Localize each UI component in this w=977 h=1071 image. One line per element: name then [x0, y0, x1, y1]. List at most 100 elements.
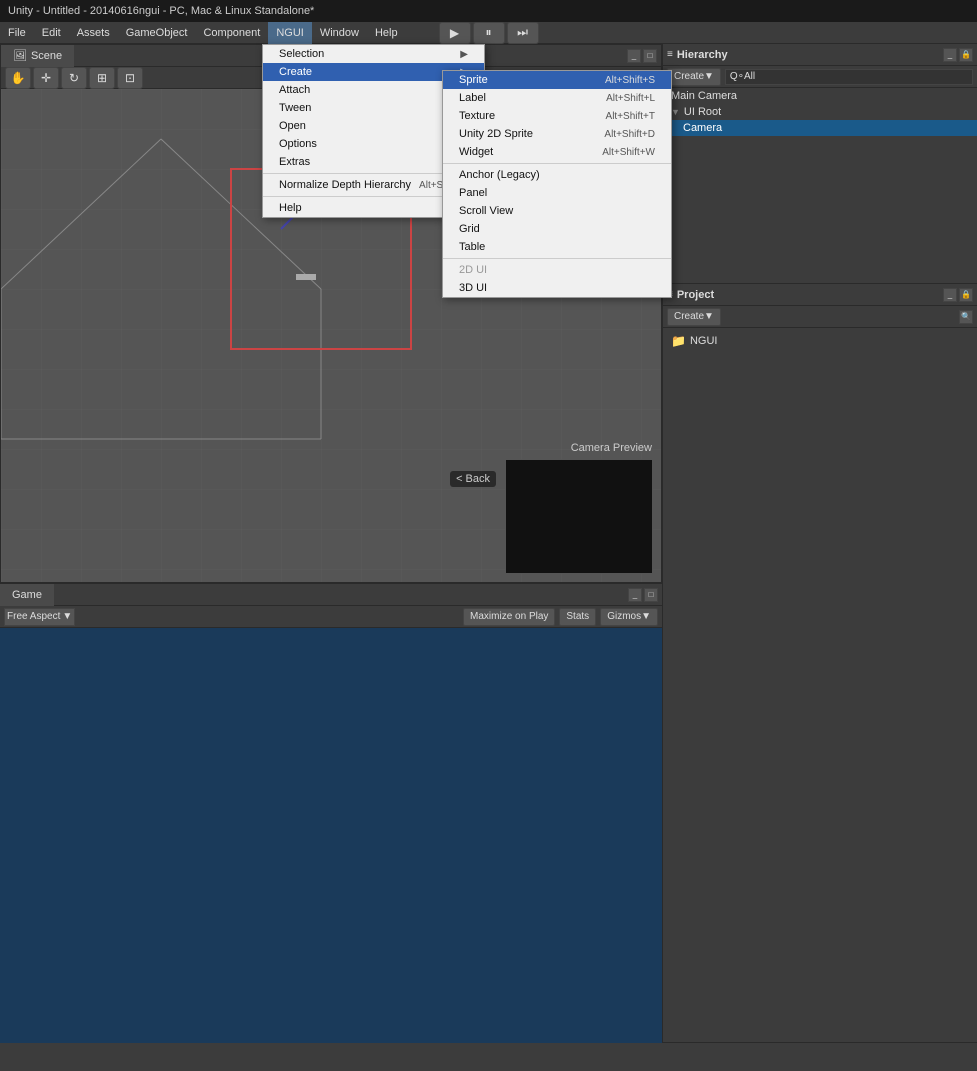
step-button[interactable]: ⏭ — [507, 22, 539, 44]
rect-tool[interactable]: ⊡ — [117, 67, 143, 89]
create-anchor-legacy[interactable]: Anchor (Legacy) — [443, 166, 671, 184]
menu-help[interactable]: Help — [367, 22, 406, 44]
menu-file[interactable]: File — [0, 22, 34, 44]
create-3dui-label: 3D UI — [459, 282, 487, 294]
aspect-dropdown-arrow: ▼ — [62, 611, 72, 622]
back-button[interactable]: < Back — [450, 471, 496, 487]
create-table[interactable]: Table — [443, 238, 671, 256]
rotate-tool[interactable]: ↻ — [61, 67, 87, 89]
ngui-selection-label: Selection — [279, 48, 324, 60]
hierarchy-create-arrow: ▼ — [704, 71, 714, 82]
game-collapse-btn[interactable]: _ — [628, 588, 642, 602]
game-maximize-btn[interactable]: □ — [644, 588, 658, 602]
project-panel: ≡ Project _ 🔒 Create ▼ 🔍 📁 NGUI — [663, 284, 977, 1043]
create-panel[interactable]: Panel — [443, 184, 671, 202]
stats-btn[interactable]: Stats — [559, 608, 596, 626]
project-create-btn[interactable]: Create ▼ — [667, 308, 721, 326]
create-unity2dsprite[interactable]: Unity 2D Sprite Alt+Shift+D — [443, 125, 671, 143]
scene-collapse-btn[interactable]: _ — [627, 49, 641, 63]
hierarchy-title: Hierarchy — [677, 49, 728, 61]
scene-tab-label: Scene — [31, 50, 62, 62]
create-3dui[interactable]: 3D UI — [443, 279, 671, 297]
project-lock-btn[interactable]: 🔒 — [959, 288, 973, 302]
move-tool[interactable]: ✛ — [33, 67, 59, 89]
menu-bar: File Edit Assets GameObject Component NG… — [0, 22, 977, 44]
create-scrollview-label: Scroll View — [459, 205, 513, 217]
create-widget[interactable]: Widget Alt+Shift+W — [443, 143, 671, 161]
back-button-label: < Back — [456, 473, 490, 485]
create-grid[interactable]: Grid — [443, 220, 671, 238]
gizmos-dropdown-arrow: ▼ — [641, 611, 651, 622]
hierarchy-toolbar: Create ▼ Q∘All — [663, 66, 977, 88]
create-table-label: Table — [459, 241, 485, 253]
create-submenu: Sprite Alt+Shift+S Label Alt+Shift+L Tex… — [442, 70, 672, 298]
create-widget-label: Widget — [459, 146, 493, 158]
ngui-create-label: Create — [279, 66, 312, 78]
hierarchy-collapse-btn[interactable]: _ — [943, 48, 957, 62]
create-texture[interactable]: Texture Alt+Shift+T — [443, 107, 671, 125]
ngui-selection[interactable]: Selection ▶ — [263, 45, 484, 63]
game-tab-bar: Game _ □ — [0, 584, 662, 606]
menu-window[interactable]: Window — [312, 22, 367, 44]
ngui-extras-label: Extras — [279, 156, 310, 168]
play-button[interactable]: ▶ — [439, 22, 471, 44]
create-sprite-label: Sprite — [459, 74, 488, 86]
ngui-tween-label: Tween — [279, 102, 311, 114]
project-controls: _ 🔒 — [943, 288, 973, 302]
camera-label: Camera — [683, 122, 722, 134]
create-sprite[interactable]: Sprite Alt+Shift+S — [443, 71, 671, 89]
project-ngui-folder[interactable]: 📁 NGUI — [667, 332, 973, 350]
create-texture-label: Texture — [459, 110, 495, 122]
menu-ngui[interactable]: NGUI — [268, 22, 312, 44]
create-label[interactable]: Label Alt+Shift+L — [443, 89, 671, 107]
hierarchy-main-camera[interactable]: Main Camera — [663, 88, 977, 104]
game-content — [0, 628, 662, 1043]
project-search-btn[interactable]: 🔍 — [959, 310, 973, 324]
hierarchy-content: Main Camera ▼ UI Root Camera — [663, 88, 977, 283]
create-panel-label: Panel — [459, 187, 487, 199]
hierarchy-controls: _ 🔒 — [943, 48, 973, 62]
ui-root-label: UI Root — [684, 106, 721, 118]
pause-button[interactable]: ⏸ — [473, 22, 505, 44]
gizmos-btn[interactable]: Gizmos ▼ — [600, 608, 658, 626]
game-tab[interactable]: Game — [0, 584, 54, 606]
hierarchy-icon: ≡ — [667, 49, 673, 60]
project-title: Project — [677, 289, 714, 301]
scale-tool[interactable]: ⊞ — [89, 67, 115, 89]
hierarchy-lock-btn[interactable]: 🔒 — [959, 48, 973, 62]
aspect-label: Free Aspect — [7, 611, 60, 622]
scene-icon: 🖼 — [13, 49, 27, 62]
aspect-dropdown[interactable]: Free Aspect ▼ — [4, 608, 75, 626]
right-panels: ≡ Hierarchy _ 🔒 Create ▼ Q∘All Main Came — [662, 44, 977, 1043]
project-content: 📁 NGUI — [663, 328, 977, 1042]
create-2dui: 2D UI — [443, 261, 671, 279]
scene-tab[interactable]: 🖼 Scene — [1, 45, 74, 67]
scene-maximize-btn[interactable]: □ — [643, 49, 657, 63]
game-panel: Game _ □ Free Aspect ▼ Maximize on Play — [0, 583, 662, 1043]
hand-tool[interactable]: ✋ — [5, 67, 31, 89]
maximize-on-play-btn[interactable]: Maximize on Play — [463, 608, 555, 626]
project-create-arrow: ▼ — [704, 311, 714, 322]
hierarchy-create-btn[interactable]: Create ▼ — [667, 68, 721, 86]
project-toolbar: Create ▼ 🔍 — [663, 306, 977, 328]
menu-assets[interactable]: Assets — [69, 22, 118, 44]
menu-component[interactable]: Component — [195, 22, 268, 44]
hierarchy-panel: ≡ Hierarchy _ 🔒 Create ▼ Q∘All Main Came — [663, 44, 977, 284]
create-texture-shortcut: Alt+Shift+T — [606, 111, 655, 122]
hierarchy-search[interactable]: Q∘All — [725, 69, 973, 85]
hierarchy-camera[interactable]: Camera — [663, 120, 977, 136]
create-unity2dsprite-shortcut: Alt+Shift+D — [604, 129, 655, 140]
create-sep2 — [443, 258, 671, 259]
create-label-shortcut: Alt+Shift+L — [606, 93, 655, 104]
menu-gameobject[interactable]: GameObject — [118, 22, 196, 44]
main-camera-label: Main Camera — [671, 90, 737, 102]
project-collapse-btn[interactable]: _ — [943, 288, 957, 302]
camera-preview-label: Camera Preview — [571, 442, 652, 454]
menu-edit[interactable]: Edit — [34, 22, 69, 44]
ngui-folder-label: NGUI — [690, 335, 718, 347]
ngui-help-label: Help — [279, 202, 302, 214]
create-widget-shortcut: Alt+Shift+W — [602, 147, 655, 158]
create-scrollview[interactable]: Scroll View — [443, 202, 671, 220]
hierarchy-ui-root[interactable]: ▼ UI Root — [663, 104, 977, 120]
ngui-open-label: Open — [279, 120, 306, 132]
